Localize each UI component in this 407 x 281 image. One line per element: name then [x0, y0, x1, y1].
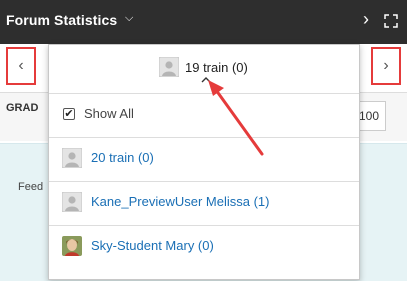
- chevron-down-icon[interactable]: ⌵: [125, 12, 133, 25]
- user-option[interactable]: Sky-Student Mary (0): [49, 225, 359, 269]
- current-user-selector[interactable]: 19 train (0): [49, 45, 359, 94]
- chevron-right-icon[interactable]: ›: [363, 9, 369, 30]
- expand-icon[interactable]: [384, 14, 398, 28]
- user-option-label[interactable]: 20 train (0): [91, 150, 154, 165]
- show-all-checkbox[interactable]: ✔: [63, 108, 75, 120]
- next-user-button[interactable]: ›: [371, 47, 401, 85]
- user-option-label[interactable]: Kane_PreviewUser Melissa (1): [91, 194, 269, 209]
- previous-user-button[interactable]: ‹: [6, 47, 36, 85]
- user-option[interactable]: Kane_PreviewUser Melissa (1): [49, 181, 359, 226]
- user-option[interactable]: 20 train (0): [49, 137, 359, 182]
- default-avatar-icon: [62, 192, 82, 212]
- user-option-label[interactable]: Sky-Student Mary (0): [91, 238, 214, 253]
- user-photo-avatar: [62, 236, 82, 256]
- user-dropdown-menu: 19 train (0) ✔ Show All 20 train (0) Kan…: [48, 44, 360, 280]
- default-avatar-icon: [159, 57, 179, 77]
- default-avatar-icon: [62, 148, 82, 168]
- show-all-label: Show All: [84, 106, 134, 121]
- show-all-option[interactable]: ✔ Show All: [49, 93, 359, 138]
- header-title[interactable]: Forum Statistics: [6, 12, 117, 28]
- current-user-name: 19 train (0): [185, 60, 248, 75]
- feedback-label: Feed: [18, 181, 44, 193]
- chevron-up-icon[interactable]: [201, 77, 211, 83]
- grade-label: GRAD: [6, 102, 39, 114]
- forum-statistics-header: Forum Statistics ⌵ ›: [0, 0, 407, 44]
